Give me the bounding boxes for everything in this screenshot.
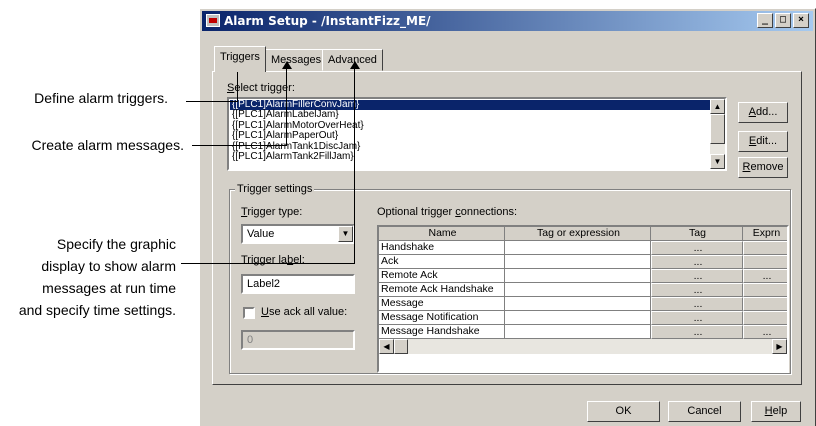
row-name: Message Handshake	[379, 325, 505, 339]
connections-grid[interactable]: Name Tag or expression Tag Exprn Handsha…	[377, 225, 789, 373]
leader-line-messages	[192, 145, 287, 146]
callout-messages: Create alarm messages.	[31, 137, 184, 153]
tag-expression-cell[interactable]	[505, 269, 651, 283]
tab-triggers[interactable]: Triggers	[214, 46, 266, 72]
tag-expression-cell[interactable]	[505, 325, 651, 339]
table-row: Message Handshake ... ...	[379, 325, 787, 339]
row-name: Ack	[379, 255, 505, 269]
tag-expression-cell[interactable]	[505, 283, 651, 297]
exprn-button[interactable]	[743, 283, 787, 297]
tag-browse-button[interactable]: ...	[651, 283, 743, 297]
scroll-down-icon[interactable]: ▼	[710, 154, 725, 169]
table-row: Message ...	[379, 297, 787, 311]
tag-expression-cell[interactable]	[505, 241, 651, 255]
maximize-button[interactable]: □	[775, 13, 791, 28]
triggers-panel: Select trigger: {[PLC1]AlarmFillerConvJa…	[212, 71, 802, 385]
tag-expression-cell[interactable]	[505, 255, 651, 269]
callout-triggers: Define alarm triggers.	[34, 90, 168, 106]
use-ack-all-label: Use ack all value:	[261, 306, 348, 318]
chevron-down-icon[interactable]: ▼	[338, 226, 353, 242]
trigger-type-select[interactable]: Value ▼	[241, 224, 355, 244]
grid-horizontal-scrollbar[interactable]: ◀ ▶	[379, 339, 787, 354]
table-row: Handshake ...	[379, 241, 787, 255]
use-ack-all-checkbox[interactable]	[243, 307, 255, 319]
table-row: Remote Ack Handshake ...	[379, 283, 787, 297]
tag-browse-button[interactable]: ...	[651, 269, 743, 283]
add-button[interactable]: Add...	[738, 102, 788, 123]
app-icon	[206, 14, 220, 27]
row-name: Remote Ack	[379, 269, 505, 283]
callout-advanced-line2: display to show alarm	[41, 258, 176, 274]
row-name: Message Notification	[379, 311, 505, 325]
trigger-list-item[interactable]: {[PLC1]AlarmPaperOut}	[230, 130, 725, 141]
alarm-setup-window: Alarm Setup - /InstantFizz_ME/ _ □ × Tri…	[199, 8, 816, 426]
leader-line-triggers	[186, 101, 238, 102]
grid-header-row: Name Tag or expression Tag Exprn	[379, 227, 787, 241]
row-name: Handshake	[379, 241, 505, 255]
optional-connections-label: Optional trigger connections:	[377, 206, 518, 218]
scroll-thumb[interactable]	[710, 114, 725, 144]
col-header-name[interactable]: Name	[379, 227, 505, 241]
table-row: Message Notification ...	[379, 311, 787, 325]
minimize-button[interactable]: _	[757, 13, 773, 28]
col-header-tag-expression[interactable]: Tag or expression	[505, 227, 651, 241]
exprn-button[interactable]	[743, 297, 787, 311]
scroll-right-icon[interactable]: ▶	[772, 339, 787, 354]
exprn-button[interactable]	[743, 311, 787, 325]
list-scrollbar[interactable]: ▲ ▼	[710, 99, 725, 169]
trigger-label-label: Trigger label:	[241, 254, 305, 266]
edit-button[interactable]: Edit...	[738, 131, 788, 152]
table-row: Remote Ack ... ...	[379, 269, 787, 283]
tag-expression-cell[interactable]	[505, 297, 651, 311]
callout-advanced-line4: and specify time settings.	[18, 302, 176, 318]
exprn-button[interactable]: ...	[743, 325, 787, 339]
ok-button[interactable]: OK	[587, 401, 660, 422]
trigger-list-item[interactable]: {[PLC1]AlarmTank2FillJam}	[230, 151, 725, 162]
tag-browse-button[interactable]: ...	[651, 241, 743, 255]
exprn-button[interactable]: ...	[743, 269, 787, 283]
arrow-up-icon	[350, 61, 360, 69]
trigger-type-label: Trigger type:	[241, 206, 303, 218]
leader-line-advanced-v	[354, 66, 355, 264]
trigger-settings-legend: Trigger settings	[235, 182, 315, 196]
table-row: Ack ...	[379, 255, 787, 269]
row-name: Message	[379, 297, 505, 311]
exprn-button[interactable]	[743, 241, 787, 255]
arrow-up-icon	[282, 61, 292, 69]
exprn-button[interactable]	[743, 255, 787, 269]
tag-expression-cell[interactable]	[505, 311, 651, 325]
trigger-type-value: Value	[247, 228, 275, 240]
row-name: Remote Ack Handshake	[379, 283, 505, 297]
trigger-label-input[interactable]: Label2	[241, 274, 355, 294]
help-button[interactable]: Help	[751, 401, 801, 422]
cancel-button[interactable]: Cancel	[668, 401, 741, 422]
tag-browse-button[interactable]: ...	[651, 297, 743, 311]
tag-browse-button[interactable]: ...	[651, 325, 743, 339]
hscroll-thumb[interactable]	[394, 339, 408, 354]
scroll-up-icon[interactable]: ▲	[710, 99, 725, 114]
tag-browse-button[interactable]: ...	[651, 311, 743, 325]
callout-advanced-line3: messages at run time	[42, 280, 176, 296]
trigger-list[interactable]: {[PLC1]AlarmFillerConvJam} {[PLC1]AlarmL…	[227, 97, 727, 171]
window-title: Alarm Setup - /InstantFizz_ME/	[224, 14, 431, 28]
callout-advanced: Specify the graphic display to show alar…	[0, 233, 176, 321]
ack-all-value-input: 0	[241, 330, 355, 350]
tag-browse-button[interactable]: ...	[651, 255, 743, 269]
title-bar[interactable]: Alarm Setup - /InstantFizz_ME/ _ □ ×	[202, 11, 813, 31]
leader-line-advanced	[181, 263, 355, 264]
leader-line-messages-v	[286, 66, 287, 146]
callout-advanced-line1: Specify the graphic	[56, 236, 176, 252]
col-header-exprn[interactable]: Exprn	[743, 227, 787, 241]
remove-button[interactable]: Remove	[738, 157, 788, 178]
close-button[interactable]: ×	[793, 13, 809, 28]
scroll-left-icon[interactable]: ◀	[379, 339, 394, 354]
col-header-tag[interactable]: Tag	[651, 227, 743, 241]
tab-messages[interactable]: Messages	[265, 49, 328, 71]
